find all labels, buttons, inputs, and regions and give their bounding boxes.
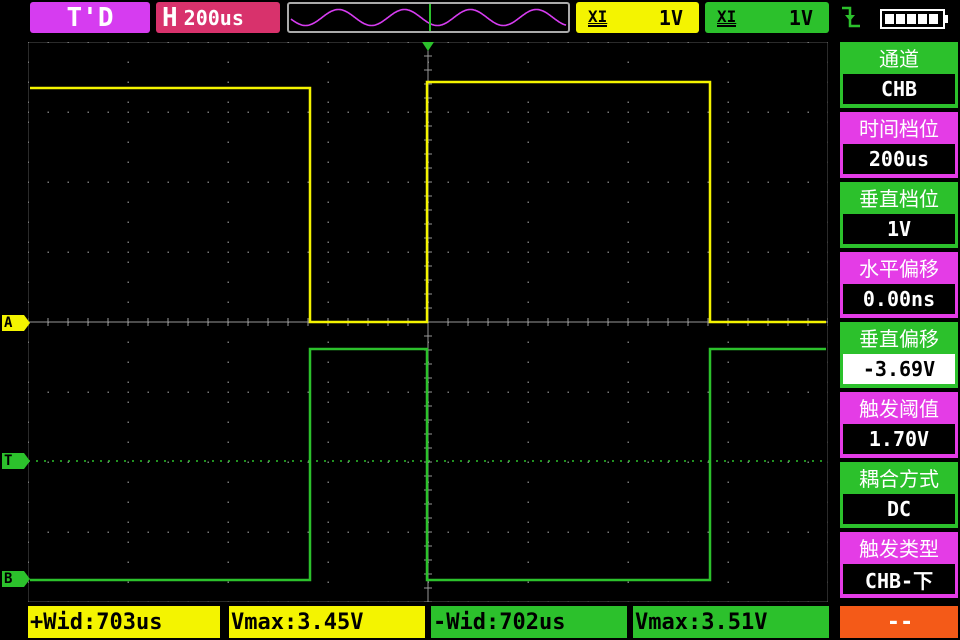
battery-icon	[880, 9, 948, 29]
top-bar: T'D H 200us XI 1V XI 1V	[0, 0, 960, 38]
timebase-value: 200us	[183, 5, 244, 30]
menu-trigger-threshold-value: 1.70V	[843, 424, 955, 454]
menu-coupling[interactable]: 耦合方式 DC	[840, 462, 958, 528]
menu-timebase-value: 200us	[843, 144, 955, 174]
menu-channel[interactable]: 通道 CHB	[840, 42, 958, 108]
channel-b-marker[interactable]: B	[2, 571, 30, 587]
measurement-extra[interactable]: --	[840, 606, 958, 638]
menu-trigger-type-title: 触发类型	[859, 536, 939, 561]
menu-vertical-scale-value: 1V	[843, 214, 955, 244]
menu-timebase-title: 时间档位	[859, 116, 939, 141]
channel-a-coupling: XI	[588, 6, 608, 27]
channel-a-scale: 1V	[658, 5, 683, 30]
menu-vertical-scale[interactable]: 垂直档位 1V	[840, 182, 958, 248]
run-status[interactable]: T'D	[30, 2, 150, 33]
measurement-positive-width[interactable]: +Wid:703us	[28, 606, 220, 638]
preview-wave-icon	[290, 4, 567, 31]
timebase-prefix: H	[162, 2, 178, 33]
menu-channel-title: 通道	[879, 46, 919, 71]
channel-b-indicator[interactable]: XI 1V	[705, 2, 829, 33]
menu-vertical-offset-title: 垂直偏移	[859, 326, 939, 351]
measurement-negative-width[interactable]: -Wid:702us	[431, 606, 627, 638]
menu-timebase[interactable]: 时间档位 200us	[840, 112, 958, 178]
menu-vertical-scale-title: 垂直档位	[859, 186, 939, 211]
channel-b-scale: 1V	[788, 5, 813, 30]
channel-b-coupling: XI	[717, 6, 737, 27]
trigger-level-marker[interactable]: T	[2, 453, 30, 469]
menu-trigger-type-value: CHB-下	[843, 564, 955, 594]
menu-channel-value: CHB	[843, 74, 955, 104]
measurement-vmax-a[interactable]: Vmax:3.45V	[229, 606, 425, 638]
measurement-vmax-b[interactable]: Vmax:3.51V	[633, 606, 829, 638]
falling-edge-trigger-icon	[842, 6, 860, 28]
waveform-display[interactable]	[28, 42, 828, 602]
menu-horizontal-offset-value: 0.00ns	[843, 284, 955, 314]
menu-trigger-type[interactable]: 触发类型 CHB-下	[840, 532, 958, 598]
menu-horizontal-offset[interactable]: 水平偏移 0.00ns	[840, 252, 958, 318]
timebase-indicator[interactable]: H 200us	[156, 2, 280, 33]
menu-trigger-threshold-title: 触发阈值	[859, 396, 939, 421]
menu-coupling-title: 耦合方式	[859, 466, 939, 491]
channel-a-indicator[interactable]: XI 1V	[576, 2, 699, 33]
waveform-preview	[287, 2, 570, 33]
menu-trigger-threshold[interactable]: 触发阈值 1.70V	[840, 392, 958, 458]
menu-coupling-value: DC	[843, 494, 955, 524]
menu-vertical-offset-value: -3.69V	[843, 354, 955, 384]
menu-horizontal-offset-title: 水平偏移	[859, 256, 939, 281]
channel-a-marker[interactable]: A	[2, 315, 30, 331]
menu-vertical-offset[interactable]: 垂直偏移 -3.69V	[840, 322, 958, 388]
